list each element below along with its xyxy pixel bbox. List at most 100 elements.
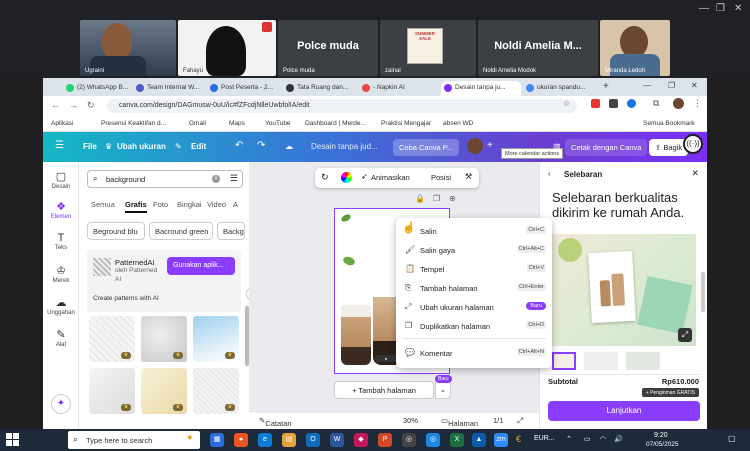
zoom-icon[interactable]: zm <box>494 433 508 447</box>
rotate-icon[interactable]: ↻ <box>321 172 329 183</box>
chart-icon[interactable]: ▥ <box>553 142 561 151</box>
back-icon[interactable]: ‹ <box>548 169 551 178</box>
bookmark-item[interactable]: Gmail <box>189 120 206 127</box>
app-icon[interactable]: ◆ <box>354 433 368 447</box>
tray-chevron-icon[interactable]: ⌃ <box>566 435 572 443</box>
extension-icon[interactable] <box>609 99 618 108</box>
user-avatar[interactable] <box>467 138 483 154</box>
menu-item-comment[interactable]: 💬 Komentar Ctrl+Alt+N <box>396 344 552 363</box>
currency-widget[interactable]: EUR... <box>534 435 555 442</box>
profile-avatar[interactable] <box>673 98 684 109</box>
rail-brand[interactable]: ♔ Merek <box>43 264 79 284</box>
bookmark-item[interactable]: Praktisi Mengajar <box>381 120 431 127</box>
fullscreen-icon[interactable]: ⤢ <box>517 416 523 426</box>
expand-icon[interactable]: ⤢ <box>678 328 692 342</box>
back-arrow-icon[interactable]: ← <box>51 100 60 110</box>
bookmark-item[interactable]: Dashboard | Merde... <box>305 120 366 127</box>
new-tab-button[interactable]: + <box>603 81 609 92</box>
close-browser-button[interactable]: ✕ <box>691 81 698 90</box>
bookmark-star-icon[interactable]: ☆ <box>563 99 570 108</box>
suggestion-chip[interactable]: Beground blu <box>87 222 145 240</box>
zoom-level[interactable]: 30% <box>403 416 418 425</box>
preview-thumbnail[interactable] <box>584 352 618 370</box>
bookmark-item[interactable]: absen WD <box>443 120 473 127</box>
notes-button[interactable]: ✎ Catatan <box>259 416 292 428</box>
taskbar-search-input[interactable]: ⌕ Type here to search ✦ <box>68 431 200 449</box>
url-field[interactable]: canva.com/design/DAGmusw-0uU/ic#fZFcdjNl… <box>107 99 577 113</box>
reload-icon[interactable]: ↻ <box>87 100 95 111</box>
all-bookmarks[interactable]: Semua Bookmark <box>643 120 695 127</box>
restore-browser-button[interactable]: ❐ <box>668 81 675 90</box>
bookmark-apps[interactable]: Aplikasi <box>51 120 73 127</box>
file-menu[interactable]: File <box>83 142 97 151</box>
bookmark-item[interactable]: Presensi Keaktifan d... <box>101 120 166 127</box>
design-title[interactable]: Desain tanpa jud... <box>311 142 378 151</box>
magic-sparkle-icon[interactable]: ✦ <box>51 394 71 414</box>
menu-item-duplicate-page[interactable]: ❐ Duplikatkan halaman Ctrl+D <box>396 317 552 336</box>
color-picker-icon[interactable] <box>341 172 352 183</box>
cast-icon[interactable]: ((·)) <box>683 134 703 154</box>
tab-frames[interactable]: Bingkai <box>177 200 202 209</box>
clock-time[interactable]: 9:20 <box>654 432 668 439</box>
excel-icon[interactable]: X <box>450 433 464 447</box>
task-view-icon[interactable]: ▦ <box>210 433 224 447</box>
continue-button[interactable]: Lanjutkan <box>548 401 700 421</box>
extension-icon[interactable] <box>591 99 600 108</box>
chevron-down-icon[interactable]: ⌄ <box>435 381 451 399</box>
app-icon[interactable]: ▲ <box>472 433 486 447</box>
rail-tools[interactable]: ✎ Alat <box>43 328 79 348</box>
print-with-canva-button[interactable]: Cetak dengan Canva <box>565 139 648 156</box>
filter-icon[interactable]: ☰ <box>230 173 238 184</box>
preview-thumbnail[interactable] <box>626 352 660 370</box>
minimize-window-button[interactable]: — <box>699 3 709 14</box>
extension-icon[interactable] <box>627 99 636 108</box>
outlook-icon[interactable]: O <box>306 433 320 447</box>
copilot-icon[interactable]: ● <box>234 433 248 447</box>
add-collaborator-icon[interactable]: + <box>487 140 493 151</box>
rail-text[interactable]: T Teks <box>43 232 79 251</box>
browser-tab[interactable]: Tata Ruang dan... <box>283 81 357 96</box>
graphic-thumbnail[interactable]: ♛ <box>193 316 239 362</box>
resize-button[interactable]: Ubah ukuran <box>117 142 166 151</box>
rail-elements[interactable]: ❖ Elemen <box>43 200 79 220</box>
menu-item-copy[interactable]: ⧉ Salin Ctrl+C <box>396 222 552 241</box>
suggestion-chip[interactable]: Bacround green <box>149 222 213 240</box>
menu-item-copy-style[interactable]: 🖌 Salin gaya Ctrl+Alt+C <box>396 241 552 260</box>
add-page-icon[interactable]: ⊕ <box>449 194 456 203</box>
tab-video[interactable]: Video <box>207 200 226 209</box>
graphic-thumbnail[interactable]: ♛ <box>141 368 187 414</box>
volume-icon[interactable]: 🔊 <box>614 435 623 443</box>
extensions-puzzle-icon[interactable]: ⧉ <box>653 98 659 109</box>
browser-tab[interactable]: - Napkin AI <box>359 81 439 96</box>
try-pro-button[interactable]: Coba Canva P... <box>393 139 460 156</box>
lock-icon[interactable]: 🔒 <box>415 194 425 203</box>
use-app-button[interactable]: Gunakan aplik... <box>167 257 235 275</box>
clear-icon[interactable]: × <box>212 175 220 183</box>
word-icon[interactable]: W <box>330 433 344 447</box>
graphic-thumbnail[interactable]: ♛ <box>193 368 239 414</box>
add-page-button[interactable]: + Tambah halaman <box>334 381 434 399</box>
browser-tab[interactable]: Team Internal W... <box>133 81 205 96</box>
graphic-thumbnail[interactable]: ♛ <box>141 316 187 362</box>
panel-scrollbar[interactable] <box>701 272 705 312</box>
browser-menu-icon[interactable]: ⋮ <box>693 98 702 109</box>
graphic-thumbnail[interactable]: ♛ <box>89 316 135 362</box>
tab-photos[interactable]: Foto <box>153 200 168 209</box>
participant-tile[interactable]: Fahayu <box>178 20 276 76</box>
rail-design[interactable]: ▢ Desain <box>43 170 79 190</box>
preview-thumbnail[interactable] <box>552 352 576 370</box>
participant-tile[interactable]: Ugraini <box>80 20 176 76</box>
menu-icon[interactable]: ☰ <box>55 140 64 151</box>
animate-button[interactable]: Animasikan <box>371 173 410 182</box>
tab-graphics[interactable]: Grafis <box>125 200 147 213</box>
menu-item-resize-page[interactable]: ⤢ Ubah ukuran halaman Baru <box>396 298 552 317</box>
participant-tile[interactable]: Polce muda Polce muda <box>278 20 378 76</box>
bookmark-item[interactable]: YouTube <box>265 120 291 127</box>
chrome-icon[interactable]: ◎ <box>402 433 416 447</box>
clock-date[interactable]: 07/05/2025 <box>646 441 679 448</box>
rail-uploads[interactable]: ☁ Unggahan <box>43 296 79 316</box>
tab-more[interactable]: A <box>233 200 238 209</box>
tab-all[interactable]: Semua <box>91 200 115 209</box>
suggestion-chip[interactable]: Backgr <box>217 222 245 240</box>
browser-tab-active[interactable]: Desain tanpa ju... <box>441 81 521 96</box>
